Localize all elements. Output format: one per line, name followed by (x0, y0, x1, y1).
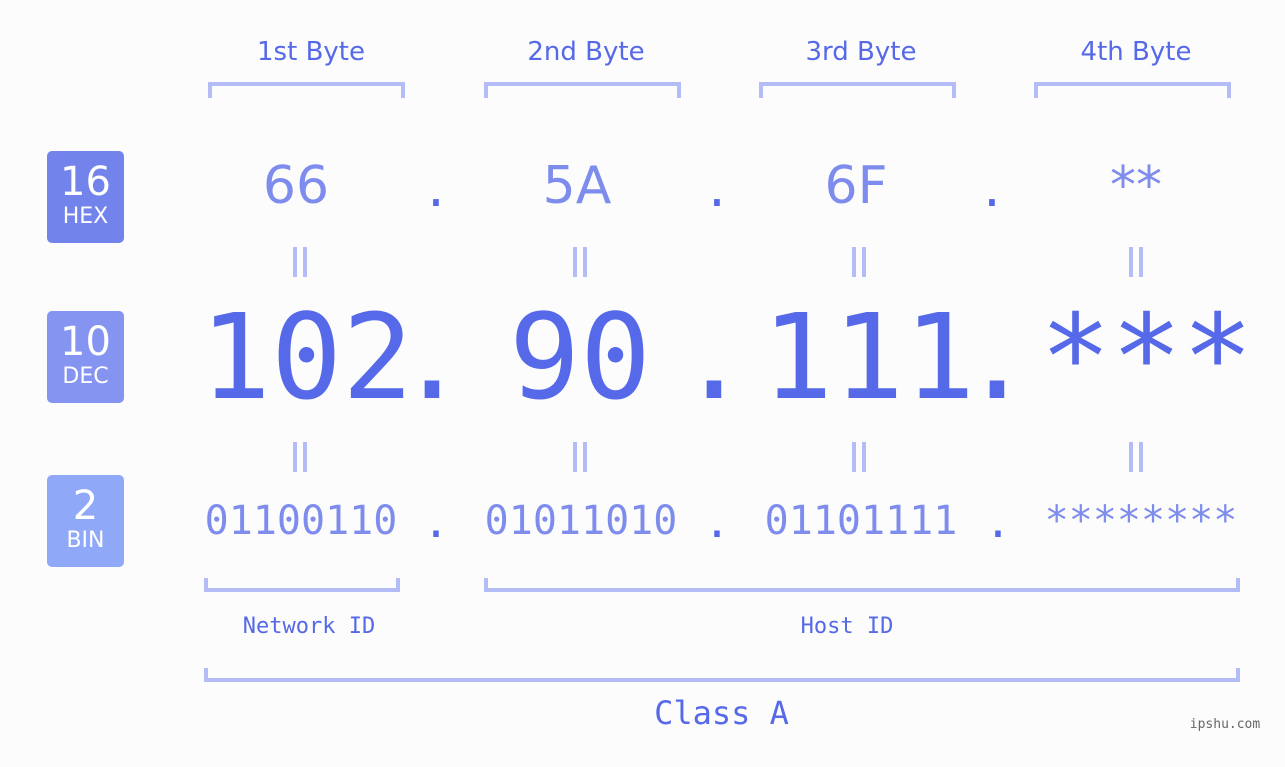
network-id-label: Network ID (242, 614, 376, 639)
network-id-bracket (204, 578, 400, 592)
dec-separator-3: . (961, 288, 1033, 426)
dec-separator-2: . (678, 288, 750, 426)
dec-separator-1: . (396, 288, 468, 426)
hex-value-1: 66 (262, 156, 330, 216)
bin-value-4: ******** (1044, 498, 1238, 544)
bin-separator-1: . (422, 497, 450, 548)
hex-value-3: 6F (824, 156, 888, 216)
watermark: ipshu.com (1189, 717, 1261, 732)
byte-bracket-4 (1034, 82, 1231, 98)
dec-badge-label: DEC (62, 364, 109, 389)
bin-badge-label: BIN (66, 528, 105, 553)
hex-value-4: ** (1110, 156, 1162, 216)
dec-value-3: 111 (762, 288, 976, 426)
hex-separator-2: . (703, 163, 731, 217)
byte-header-1: 1st Byte (257, 37, 365, 67)
dec-value-4: *** (1040, 288, 1254, 426)
equals-icon (1129, 247, 1143, 277)
bin-value-1: 01100110 (204, 498, 398, 544)
bin-separator-2: . (703, 497, 731, 548)
equals-icon (293, 247, 307, 277)
bin-badge-number: 2 (72, 483, 99, 529)
equals-icon (573, 247, 587, 277)
equals-icon (573, 442, 587, 472)
byte-header-3: 3rd Byte (805, 37, 917, 67)
dec-value-2: 90 (508, 288, 652, 426)
equals-icon (1129, 442, 1143, 472)
hex-separator-1: . (422, 163, 450, 217)
class-label: Class A (654, 694, 789, 732)
byte-bracket-1 (208, 82, 405, 98)
bin-separator-3: . (984, 497, 1012, 548)
hex-badge: 16 HEX (47, 151, 124, 243)
byte-header-4: 4th Byte (1080, 37, 1192, 67)
bin-value-3: 01101111 (764, 498, 958, 544)
byte-bracket-2 (484, 82, 681, 98)
equals-icon (852, 442, 866, 472)
class-bracket (204, 668, 1240, 682)
hex-separator-3: . (978, 163, 1006, 217)
host-id-label: Host ID (800, 614, 894, 639)
equals-icon (293, 442, 307, 472)
hex-badge-label: HEX (62, 204, 109, 229)
host-id-bracket (484, 578, 1240, 592)
hex-badge-number: 16 (60, 159, 111, 205)
dec-value-1: 102 (200, 288, 414, 426)
equals-icon (852, 247, 866, 277)
byte-bracket-3 (759, 82, 956, 98)
dec-badge: 10 DEC (47, 311, 124, 403)
dec-badge-number: 10 (60, 319, 111, 365)
bin-badge: 2 BIN (47, 475, 124, 567)
bin-value-2: 01011010 (484, 498, 678, 544)
hex-value-2: 5A (542, 156, 612, 216)
byte-header-2: 2nd Byte (527, 37, 645, 67)
